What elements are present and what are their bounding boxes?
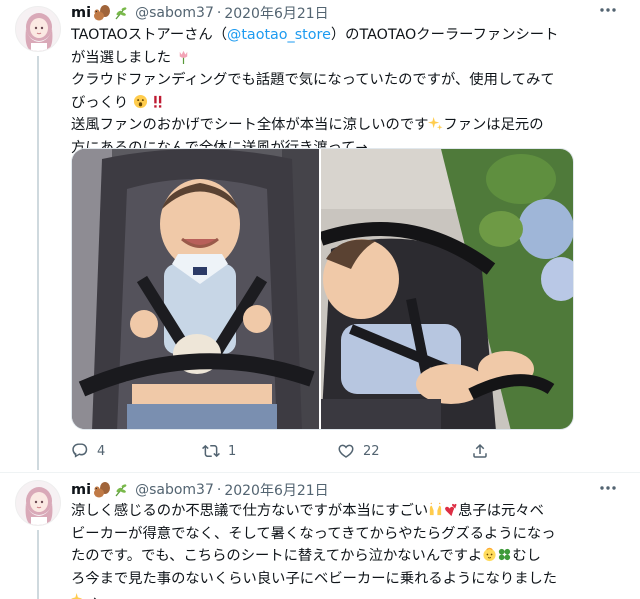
tweet-line: びっくり [71,92,591,115]
media-grid [71,148,574,430]
handle[interactable]: @sabom37 [135,5,214,21]
four-leaf-clover-icon [497,547,512,562]
tweet-header: mi @sabom37 · 2020年6月21日 [71,2,329,24]
tweet[interactable]: mi @sabom37 · 2020年6月21日 涼しく感じるのか不思議で仕方な… [0,474,640,599]
astonished-face-icon [133,94,148,109]
share-button[interactable] [471,440,489,462]
tweet-text-segment: → [86,593,98,599]
tweet-text-segment: 息子は元々ベ [458,503,544,519]
retweet-button[interactable]: 1 [202,440,236,462]
reply-icon [72,443,88,458]
tweet-text-segment: たのです。でも、こちらのシートに替えてから泣かないんですよ [71,548,483,564]
display-name[interactable]: mi [71,482,91,498]
tweet-line: たのです。でも、こちらのシートに替えてから泣かないんですよ むし [71,545,591,568]
like-button[interactable]: 22 [337,440,380,462]
tweet-text-segment: 涼しく感じるのか不思議で仕方ないですが本当にすごい [71,503,429,519]
separator-dot: · [216,482,222,498]
reply-count: 4 [97,443,106,459]
tweet-line: が当選しました [71,47,591,70]
heart-icon [338,444,354,458]
tweet[interactable]: mi @sabom37 · 2020年6月21日 TAOTAOストアーさん（@t… [0,0,640,470]
reply-button[interactable]: 4 [71,440,105,462]
raising-hands-icon [428,502,443,517]
tweet-line: ビーカーが得意でなく、そして暑くなってきてからやたらグズるようになっ [71,523,591,546]
tweet-text: 涼しく感じるのか不思議で仕方ないですが本当にすごい 息子は元々ベ ビーカーが得意… [71,500,591,599]
sparkles-icon [71,592,86,599]
tweet-line: TAOTAOストアーさん（@taotao_store）のTAOTAOクーラーファ… [71,24,591,47]
retweet-count: 1 [228,443,237,459]
thread-line [37,530,39,599]
two-hearts-icon [443,502,458,517]
tweet-line: クラウドファンディングでも話題で気になっていたのですが、使用してみて [71,69,591,92]
tweet-line: 涼しく感じるのか不思議で仕方ないですが本当にすごい 息子は元々ベ [71,500,591,523]
tweet-text: TAOTAOストアーさん（@taotao_store）のTAOTAOクーラーファ… [71,24,591,159]
separator-dot: · [216,5,222,21]
tweet-text-segment: クラウドファンディングでも話題で気になっていたのですが、使用してみて [71,72,555,88]
tweet-text-segment: 送風ファンのおかげでシート全体が本当に涼しいのです [71,117,429,133]
more-icon[interactable] [598,478,618,503]
avatar[interactable] [15,6,61,52]
tweet-date[interactable]: 2020年6月21日 [224,480,328,500]
tweet-text-segment: むし [512,548,541,564]
tweet-text-segment: ビーカーが得意でなく、そして暑くなってきてからやたらグズるようになっ [71,525,556,542]
tweet-text-segment: ろ今まで見た事のないくらい良い子にベビーカーに乗れるようになりました [71,570,558,587]
more-icon[interactable] [598,0,618,25]
baby-face-icon [482,547,497,562]
display-name[interactable]: mi [71,5,91,21]
tweet-divider [0,472,640,473]
double-exclamation-icon [152,94,164,109]
tweet-text-segment: ファンは足元の [443,117,544,133]
tweet-line: ろ今まで見た事のないくらい良い子にベビーカーに乗れるようになりました [71,568,591,591]
tulip-icon [176,49,191,64]
retweet-icon [202,444,220,458]
handle[interactable]: @sabom37 [135,482,214,498]
tweet-text-segment: が当選しました [71,49,172,66]
mention-link[interactable]: @taotao_store [227,27,331,43]
tweet-line: → [71,590,591,599]
photo-baby-stroller-smiling[interactable] [72,149,322,429]
avatar[interactable] [15,480,61,526]
share-icon [473,443,487,458]
tweet-header: mi @sabom37 · 2020年6月21日 [71,479,329,501]
herb-icon [113,5,129,21]
tweet-text-segment: TAOTAOストアーさん（ [71,27,228,43]
tweet-date[interactable]: 2020年6月21日 [224,3,328,23]
sparkles-icon [428,116,443,131]
like-count: 22 [363,443,380,459]
tweet-text-segment: ）のTAOTAOクーラーファンシート [330,27,559,43]
photo-baby-stroller-hydrangea[interactable] [321,149,573,429]
tweet-text-segment: びっくり [71,94,129,111]
herb-icon [113,482,129,498]
squirrel-icon [93,5,111,21]
tweet-actions: 4 1 22 [71,440,541,462]
tweet-line: 送風ファンのおかげでシート全体が本当に涼しいのです ファンは足元の [71,114,591,137]
squirrel-icon [93,482,111,498]
thread-line [37,56,39,470]
